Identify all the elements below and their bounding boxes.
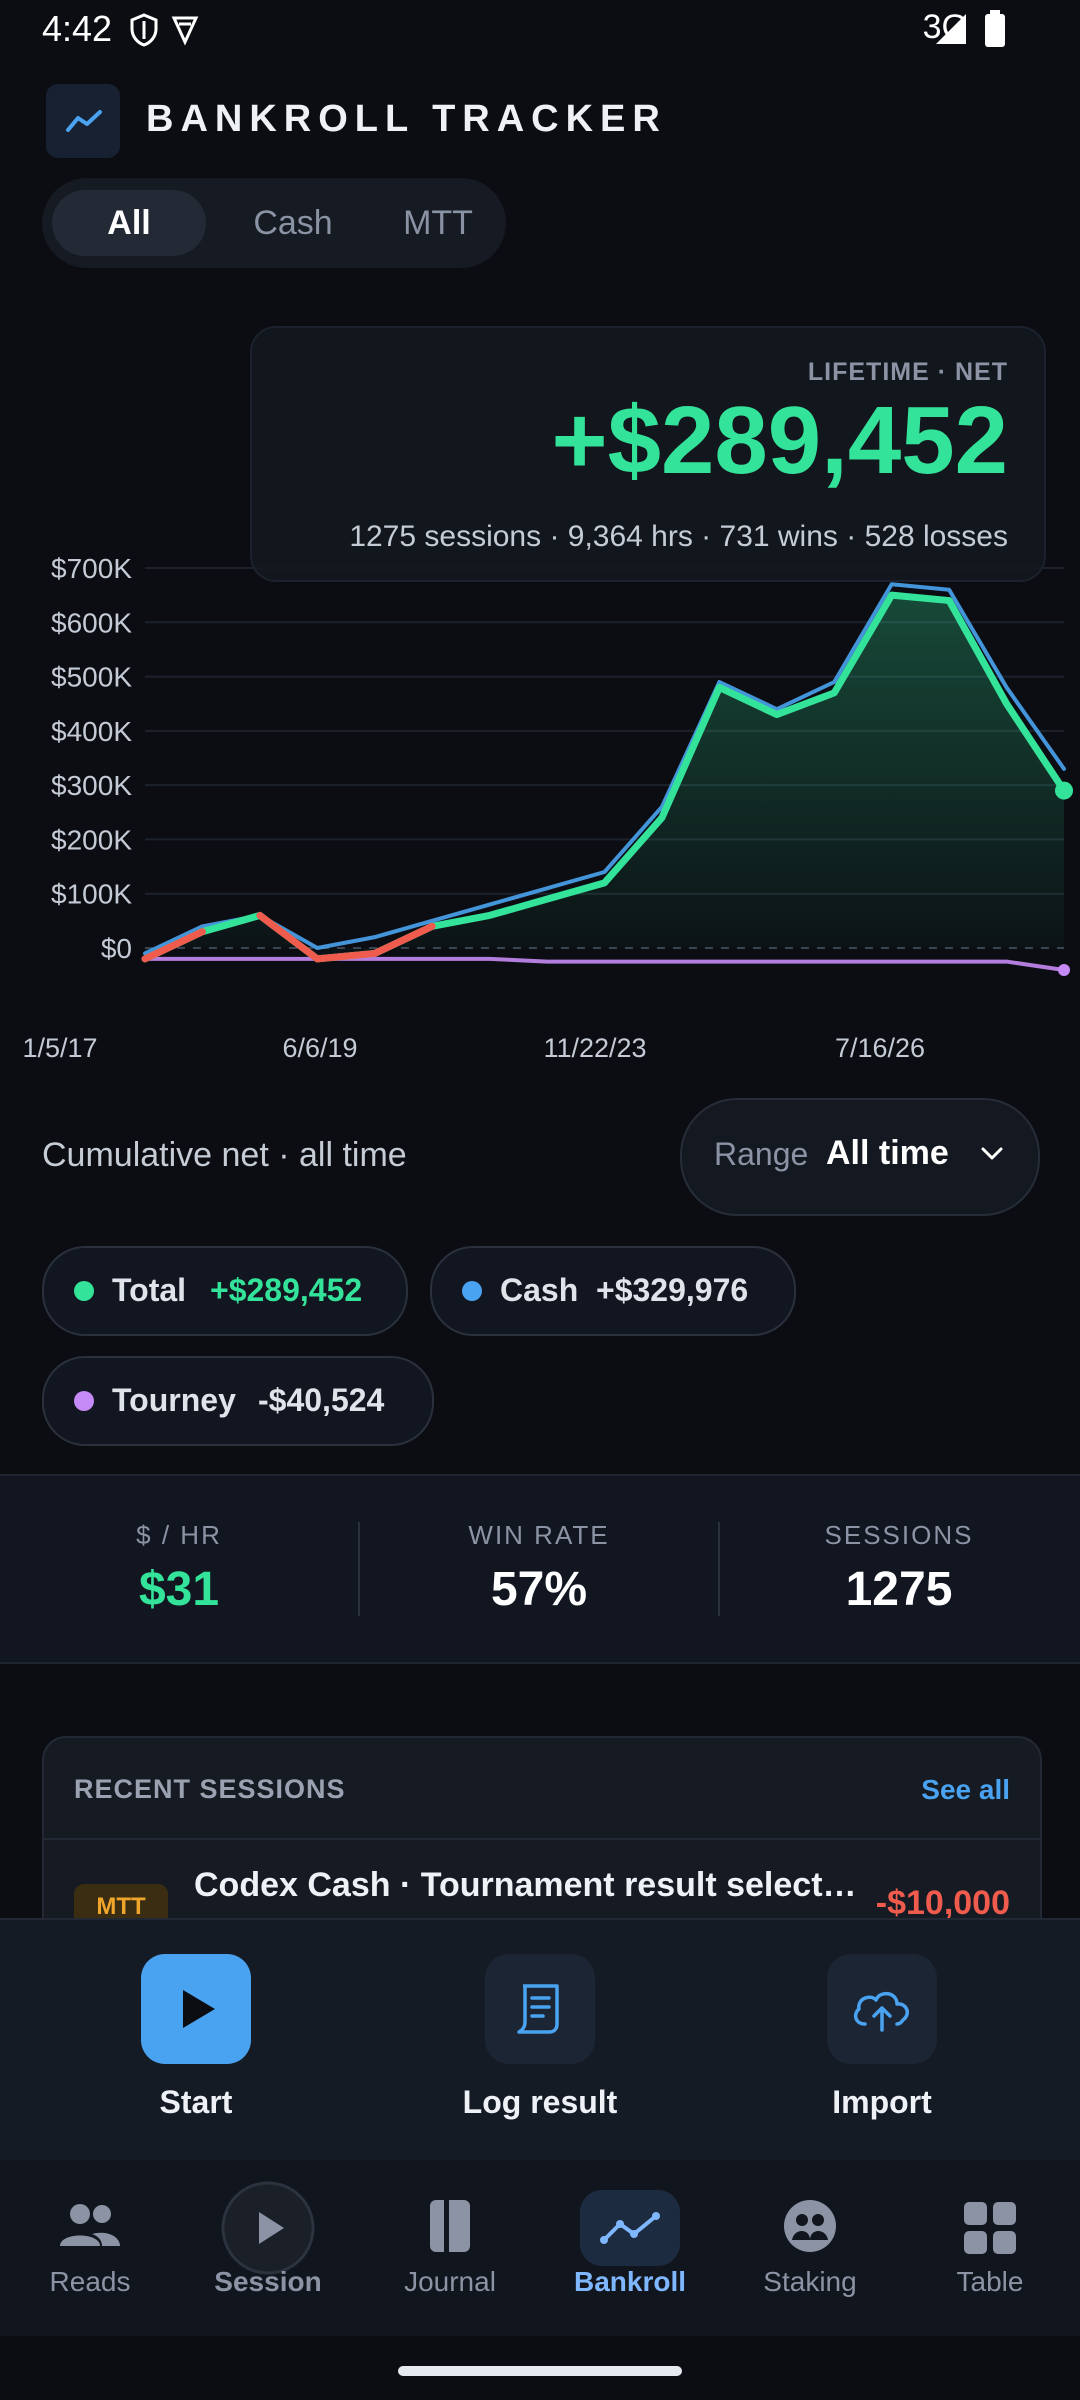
log-icon-tile [485, 1954, 595, 2064]
nav-label: Journal [404, 2266, 496, 2297]
group-icon [784, 2200, 836, 2252]
people-icon [60, 2204, 120, 2246]
y-tick-label: $700K [51, 553, 132, 584]
status-bar: 4:42 3G [0, 0, 1080, 62]
gesture-bar [398, 2366, 682, 2376]
import-icon-tile [827, 1954, 937, 2064]
series-line-tourney [143, 956, 1066, 972]
shield-icon [130, 13, 199, 47]
quick-actions-bar: Start Log result Import [0, 1918, 1080, 2162]
import-button[interactable]: Import [752, 1920, 1012, 2162]
tourney-end-point [1058, 963, 1070, 976]
see-all-link[interactable]: See all [921, 1774, 1010, 1806]
status-time: 4:42 [42, 8, 113, 49]
nav-label: Reads [49, 2266, 131, 2297]
legend-name: Cash [500, 1272, 579, 1308]
stat-label: WIN RATE [468, 1520, 610, 1550]
app-logo [46, 84, 120, 158]
total-area [145, 595, 1064, 959]
recent-sessions-title: RECENT SESSIONS [74, 1774, 346, 1804]
signal-icon [936, 14, 966, 44]
nav-item-journal[interactable]: Journal [360, 2160, 540, 2336]
x-tick-label: 6/6/19 [282, 1033, 357, 1063]
filter-segmented-control: All Cash MTT [42, 178, 506, 268]
chevron-down-icon [981, 1147, 1003, 1160]
y-tick-label: $400K [51, 716, 132, 747]
start-icon-tile [141, 1954, 251, 2064]
range-label: Range [714, 1136, 809, 1172]
nav-label: Session [214, 2266, 322, 2297]
legend-dot [74, 1281, 94, 1301]
start-label: Start [159, 2084, 233, 2120]
grid-icon [964, 2202, 1016, 2254]
x-tick-label: 11/22/23 [543, 1033, 646, 1063]
y-tick-label: $100K [51, 879, 132, 910]
summary-subtitle: 1275 sessions · 9,364 hrs · 731 wins · 5… [349, 520, 1008, 553]
battery-icon [985, 10, 1005, 47]
legend-name: Tourney [112, 1382, 236, 1418]
stat-hourly: $ / HR $31 [0, 1476, 358, 1662]
nav-label: Bankroll [573, 2266, 687, 2297]
play-circle-icon [221, 2181, 315, 2275]
nav-item-reads[interactable]: Reads [0, 2160, 180, 2336]
cloud-upload-icon [853, 1991, 909, 2032]
stats-strip: $ / HR $31 WIN RATE 57% SESSIONS 1275 [0, 1474, 1080, 1664]
range-value: All time [826, 1134, 949, 1172]
log-result-button[interactable]: Log result [410, 1920, 670, 2162]
stat-value: $31 [138, 1563, 220, 1616]
legend-dot [462, 1281, 482, 1301]
summary-value: +$289,452 [551, 387, 1008, 494]
y-tick-label: $600K [51, 607, 132, 638]
x-tick-label: 7/16/26 [835, 1033, 925, 1063]
play-icon [183, 1990, 215, 2028]
receipt-icon [517, 1984, 559, 2034]
trend-line-icon [66, 110, 102, 132]
session-title: Codex Cash · Tournament result select… [194, 1866, 857, 1904]
filter-tab-mtt[interactable]: MTT [378, 190, 498, 256]
legend-dot [74, 1391, 94, 1411]
import-label: Import [832, 2084, 932, 2120]
nav-label: Table [956, 2266, 1024, 2297]
app-title: BANKROLL TRACKER [146, 98, 667, 140]
y-tick-label: $0 [101, 933, 132, 964]
start-button[interactable]: Start [66, 1920, 326, 2162]
book-icon [430, 2200, 470, 2252]
y-tick-label: $300K [51, 770, 132, 801]
legend-name: Total [112, 1272, 187, 1308]
filter-tab-all[interactable]: All [52, 190, 206, 256]
x-tick-label: 1/5/17 [22, 1033, 97, 1063]
summary-label: LIFETIME · NET [807, 358, 1008, 386]
status-notification-icons [130, 12, 200, 53]
legend-chip-tourney[interactable]: Tourney -$40,524 [42, 1356, 434, 1446]
filter-tab-cash[interactable]: Cash [218, 190, 368, 256]
y-tick-label: $500K [51, 662, 132, 693]
stat-label: $ / HR [136, 1520, 222, 1550]
log-result-label: Log result [462, 2084, 618, 2120]
legend-amount: +$289,452 [210, 1272, 363, 1308]
nav-item-bankroll[interactable]: Bankroll [540, 2160, 720, 2336]
chart-caption: Cumulative net · all time [42, 1136, 407, 1174]
stat-value: 1275 [845, 1563, 953, 1616]
legend-amount: -$40,524 [258, 1382, 385, 1418]
stat-sessions: SESSIONS 1275 [720, 1476, 1078, 1662]
legend-amount: +$329,976 [596, 1272, 749, 1308]
nav-item-table[interactable]: Table [900, 2160, 1080, 2336]
legend-chip-total[interactable]: Total +$289,452 [42, 1246, 408, 1336]
range-selector[interactable]: Range All time [680, 1098, 1040, 1216]
bankroll-chart[interactable]: $700K $600K $500K $400K $300K $200K $100K $0 1/5… [0, 540, 1080, 1070]
trend-line-icon [600, 2212, 660, 2244]
stat-label: SESSIONS [824, 1520, 974, 1550]
total-end-point [1055, 781, 1073, 800]
stat-value: 57% [490, 1563, 588, 1616]
nav-item-session[interactable]: Session [178, 2160, 358, 2336]
lifetime-summary-card: LIFETIME · NET +$289,452 1275 sessions ·… [250, 326, 1046, 582]
bottom-navigation: Reads Session Journal Bankroll Staking T… [0, 2160, 1080, 2336]
nav-item-staking[interactable]: Staking [720, 2160, 900, 2336]
stat-win-rate: WIN RATE 57% [360, 1476, 718, 1662]
nav-label: Staking [763, 2266, 857, 2297]
y-tick-label: $200K [51, 824, 132, 855]
legend-chip-cash[interactable]: Cash +$329,976 [430, 1246, 796, 1336]
